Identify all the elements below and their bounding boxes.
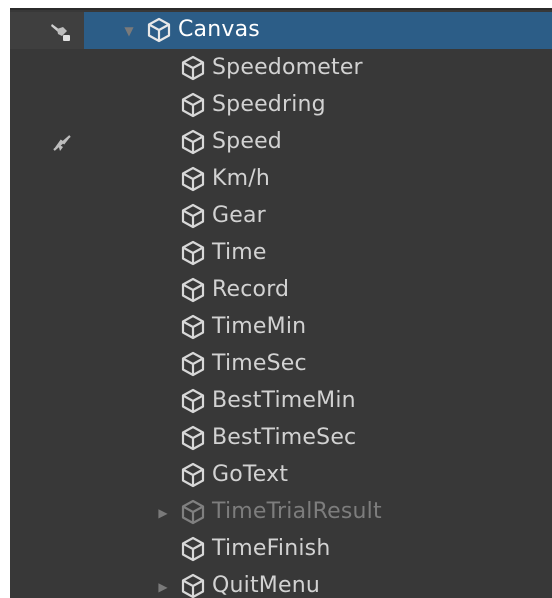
cube-icon [181,240,205,266]
tree-row-speedring[interactable]: Speedring [10,87,552,124]
cube-icon [181,462,205,488]
triangle-right-icon[interactable]: ▶ [156,580,170,594]
cube-icon [181,536,205,562]
top-divider [10,8,552,10]
tree-row-speed[interactable]: Speed [10,124,552,161]
cube-icon [181,573,205,598]
cube-icon [181,499,205,525]
tree-row-quitmenu[interactable]: ▶ QuitMenu [10,568,552,598]
tree-label-record: Record [212,277,290,302]
tree-label-time: Time [212,240,267,265]
tree-label-gear: Gear [212,203,266,228]
tree-row-besttimemin[interactable]: BestTimeMin [10,383,552,420]
tree-label-km-h: Km/h [212,166,271,191]
tree-row-gear[interactable]: Gear [10,198,552,235]
tree-row-timefinish[interactable]: TimeFinish [10,531,552,568]
tree-row-gotext[interactable]: GoText [10,457,552,494]
tree-row-km-h[interactable]: Km/h [10,161,552,198]
tree-row-record[interactable]: Record [10,272,552,309]
tree-row-canvas[interactable]: ▼ Canvas [10,12,552,49]
cube-icon [181,129,205,155]
canvas-gutter [10,12,84,49]
tree-row-time[interactable]: Time [10,235,552,272]
triangle-down-icon[interactable]: ▼ [122,24,136,38]
tree-label-besttimemin: BestTimeMin [212,388,356,413]
tree-label-timefinish: TimeFinish [212,536,331,561]
cube-icon [181,314,205,340]
tree-row-timetrialresult[interactable]: ▶ TimeTrialResult [10,494,552,531]
hierarchy-panel: ▼ Canvas Speedometer Speedring Speed Km/h Ge… [10,8,552,598]
tree-label-besttimesec: BestTimeSec [212,425,357,450]
cube-icon [181,351,205,377]
hand-disabled-icon[interactable] [48,20,72,42]
tree-label-timetrialresult: TimeTrialResult [212,499,382,524]
tree-label-speedometer: Speedometer [212,55,363,80]
tree-row-speedometer[interactable]: Speedometer [10,50,552,87]
triangle-right-icon[interactable]: ▶ [156,506,170,520]
hand-disabled-icon[interactable] [50,132,74,154]
tree-row-timesec[interactable]: TimeSec [10,346,552,383]
tree-label-quitmenu: QuitMenu [212,573,321,598]
cube-icon [181,55,205,81]
tree-label-timemin: TimeMin [212,314,307,339]
tree-label-timesec: TimeSec [212,351,307,376]
tree-row-timemin[interactable]: TimeMin [10,309,552,346]
tree-label-gotext: GoText [212,462,289,487]
cube-icon [181,166,205,192]
cube-icon [181,92,205,118]
cube-icon [147,17,171,43]
tree-label-speed: Speed [212,129,282,154]
tree-label-speedring: Speedring [212,92,326,117]
tree-label-canvas: Canvas [178,17,260,42]
cube-icon [181,388,205,414]
tree-row-besttimesec[interactable]: BestTimeSec [10,420,552,457]
cube-icon [181,203,205,229]
cube-icon [181,277,205,303]
cube-icon [181,425,205,451]
